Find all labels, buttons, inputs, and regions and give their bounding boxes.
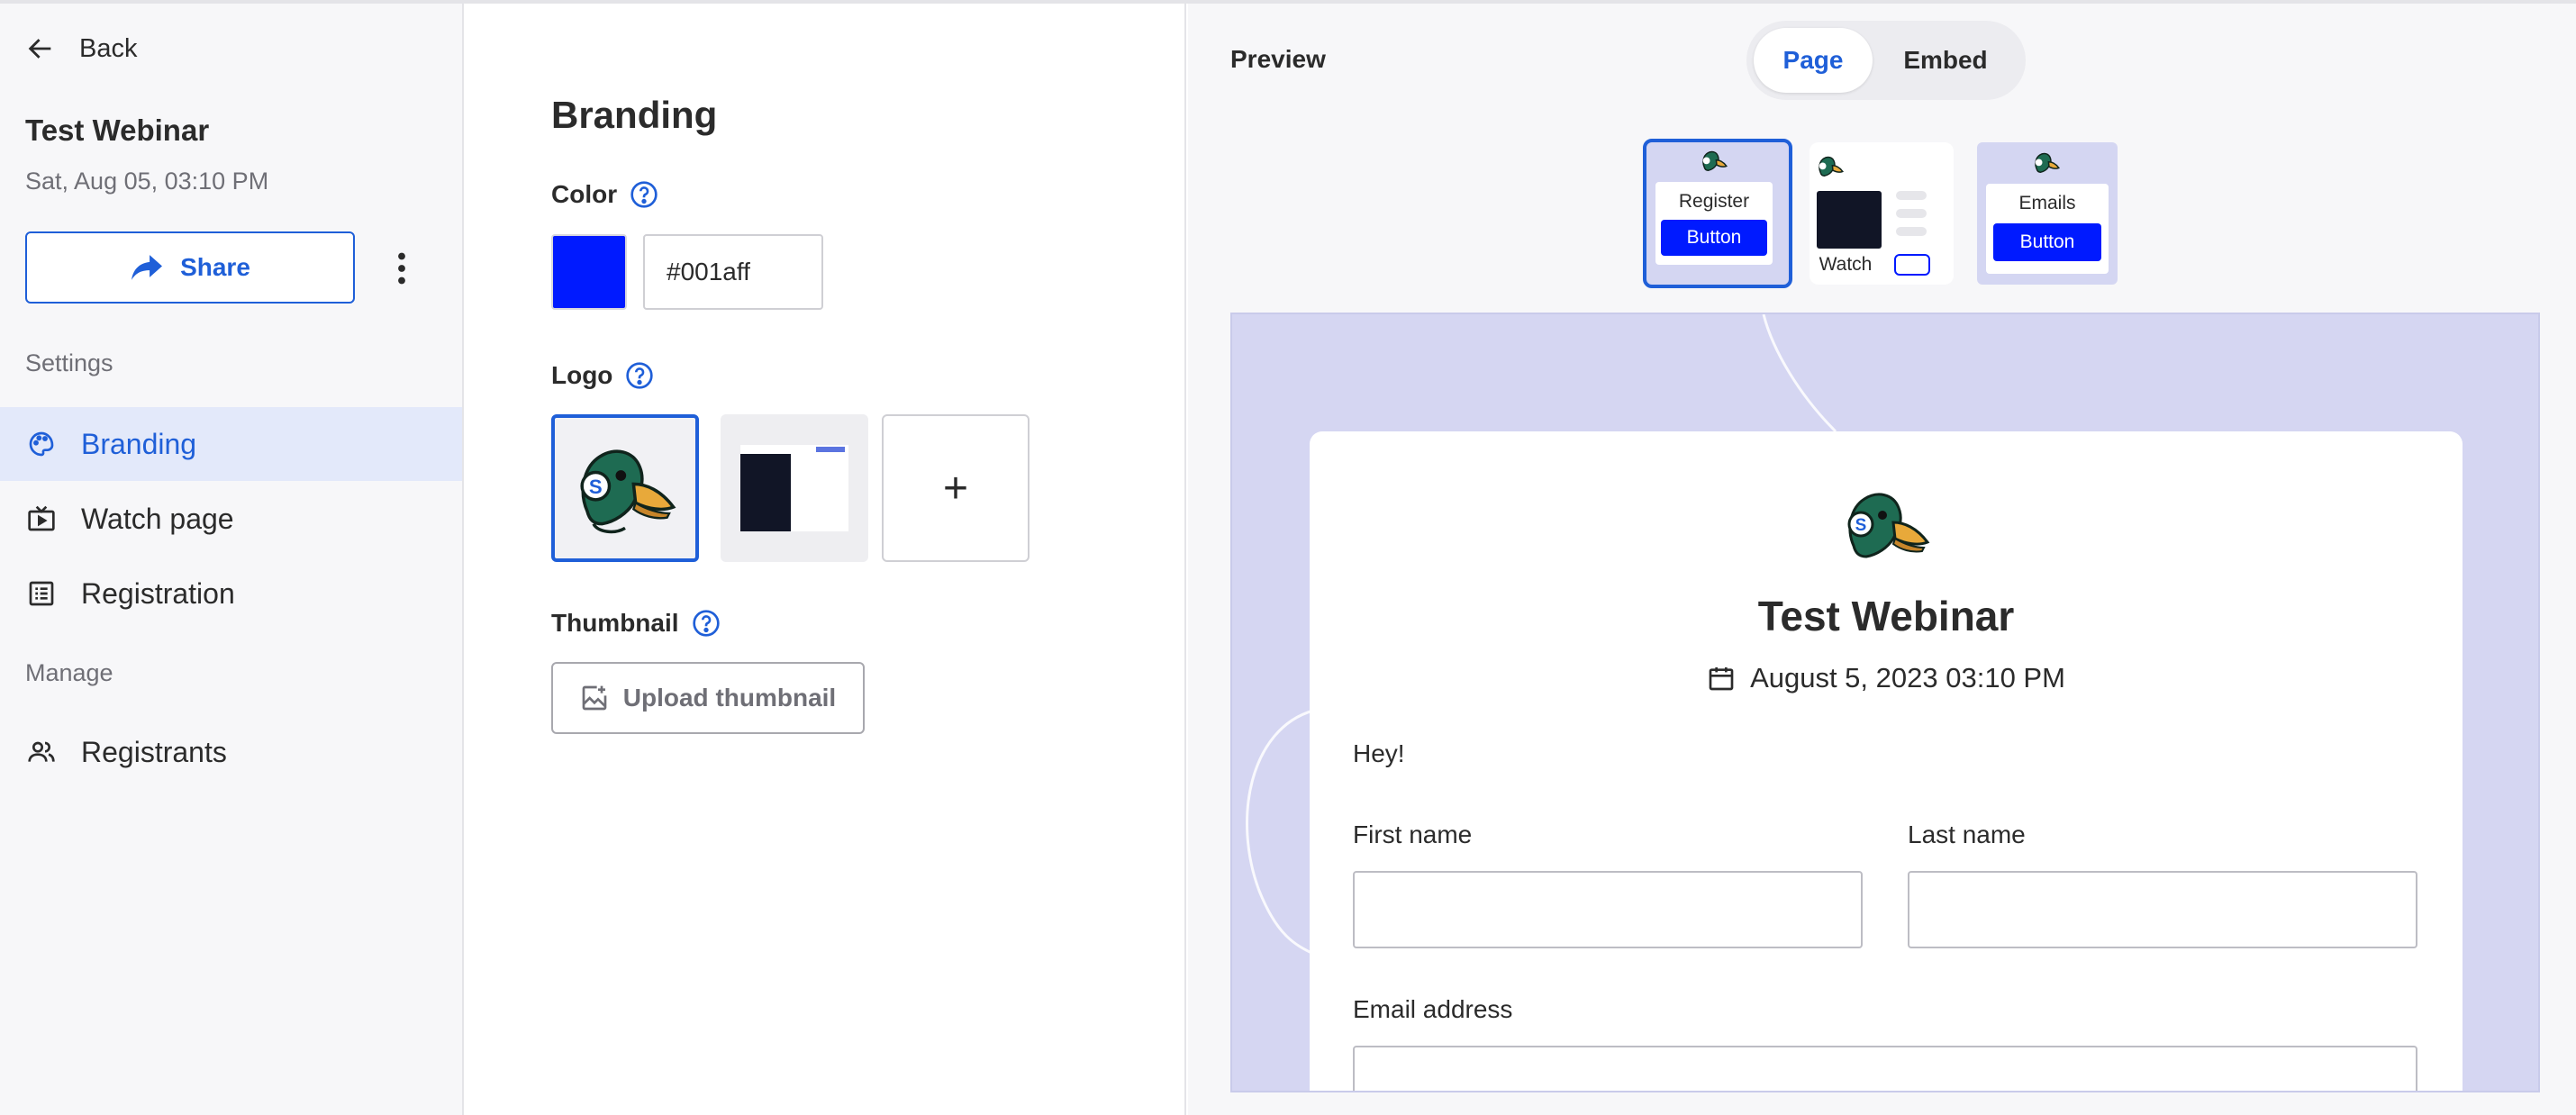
- arrow-left-icon: [28, 39, 51, 59]
- svg-text:S: S: [589, 476, 603, 498]
- preview-pane: Preview Page Embed Register Button Watch…: [1188, 4, 2576, 1115]
- logo-label: Logo: [551, 361, 613, 389]
- last-name-label: Last name: [1908, 820, 2026, 848]
- thumb-register-button: Button: [1661, 220, 1767, 256]
- form-list-icon: [29, 581, 54, 606]
- preview-label: Preview: [1230, 45, 1326, 73]
- help-icon[interactable]: [630, 180, 658, 209]
- preview-thumb-emails[interactable]: Emails Button: [1977, 142, 2118, 285]
- duck-logo-icon: [1819, 156, 1844, 177]
- upload-thumbnail-button[interactable]: Upload thumbnail: [551, 662, 865, 734]
- add-logo-button[interactable]: +: [882, 414, 1029, 562]
- image-add-icon: [582, 685, 607, 711]
- registration-card: S Test Webinar August 5, 2023 03:10 PM H…: [1310, 431, 2463, 1091]
- sidebar-item-registration[interactable]: Registration: [0, 557, 462, 630]
- color-label-row: Color: [551, 180, 658, 209]
- more-options-button[interactable]: [382, 249, 422, 288]
- preview-date-text: August 5, 2023 03:10 PM: [1750, 662, 2065, 693]
- thumb-emails-label: Emails: [2018, 193, 2076, 213]
- share-button[interactable]: Share: [25, 231, 355, 304]
- page-preview-canvas: S Test Webinar August 5, 2023 03:10 PM H…: [1230, 313, 2540, 1092]
- preview-thumb-watch[interactable]: Watch: [1810, 142, 1954, 285]
- logo-label-row: Logo: [551, 361, 654, 390]
- calendar-icon: [1709, 667, 1734, 691]
- sidebar: Back Test Webinar Sat, Aug 05, 03:10 PM …: [0, 4, 464, 1115]
- sidebar-item-label: Watch page: [81, 502, 234, 535]
- sidebar-item-label: Registration: [81, 576, 235, 610]
- mini-line: [1896, 227, 1927, 236]
- svg-text:S: S: [1855, 516, 1867, 535]
- thumb-emails-button: Button: [1993, 223, 2101, 261]
- help-icon[interactable]: [692, 609, 721, 638]
- last-name-input[interactable]: [1908, 871, 2417, 948]
- help-icon[interactable]: [625, 361, 654, 390]
- sidebar-item-label: Registrants: [81, 735, 227, 768]
- mini-card: Emails Button: [1986, 184, 2109, 274]
- branding-panel: Branding Color Logo S + Thumbnail: [466, 4, 1186, 1115]
- back-label: Back: [79, 33, 138, 63]
- color-swatch[interactable]: [551, 234, 627, 310]
- share-arrow-icon: [132, 255, 163, 280]
- thumbnail-label: Thumbnail: [551, 609, 679, 637]
- settings-heading: Settings: [25, 349, 113, 376]
- mini-card: Register Button: [1655, 182, 1773, 265]
- manage-heading: Manage: [25, 659, 113, 686]
- people-icon: [28, 741, 55, 762]
- sidebar-item-registrants[interactable]: Registrants: [0, 715, 462, 789]
- preview-intro-text: Hey!: [1353, 739, 1405, 767]
- panel-title: Branding: [551, 94, 718, 136]
- preview-mode-toggle: Page Embed: [1746, 21, 2026, 100]
- sidebar-item-branding[interactable]: Branding: [0, 407, 462, 481]
- thumbnail-label-row: Thumbnail: [551, 609, 721, 638]
- upload-thumbnail-label: Upload thumbnail: [622, 684, 837, 712]
- preview-thumb-register[interactable]: Register Button: [1643, 139, 1792, 288]
- tv-play-icon: [28, 505, 55, 531]
- thumb-register-label: Register: [1678, 191, 1750, 212]
- back-button[interactable]: Back: [25, 29, 137, 68]
- preview-webinar-date-row: August 5, 2023 03:10 PM: [1310, 662, 2463, 694]
- email-label: Email address: [1353, 995, 1513, 1023]
- plus-icon: +: [942, 464, 969, 512]
- mini-line: [1896, 191, 1927, 200]
- duck-logo-icon: [1702, 150, 1728, 171]
- mini-outline-button: [1894, 254, 1930, 276]
- tab-page[interactable]: Page: [1754, 28, 1873, 93]
- first-name-input[interactable]: [1353, 871, 1863, 948]
- email-input[interactable]: [1353, 1046, 2417, 1091]
- kebab-menu-icon: [398, 252, 405, 285]
- first-name-label: First name: [1353, 820, 1473, 848]
- duck-logo-icon: S: [1847, 493, 1930, 558]
- palette-icon: [29, 431, 54, 457]
- duck-logo-icon: S: [580, 449, 676, 534]
- share-label: Share: [180, 253, 250, 281]
- sidebar-item-label: Branding: [81, 427, 197, 460]
- color-hex-input[interactable]: [643, 234, 823, 310]
- mini-video-block: [1817, 191, 1882, 249]
- logo-option-duck[interactable]: S: [551, 414, 699, 562]
- webinar-date: Sat, Aug 05, 03:10 PM: [25, 168, 269, 195]
- mini-line: [1896, 209, 1927, 218]
- layout-thumbnail-icon: [740, 445, 848, 531]
- sidebar-item-watch-page[interactable]: Watch page: [0, 482, 462, 556]
- webinar-title: Test Webinar: [25, 113, 210, 147]
- duck-logo-icon: [2035, 152, 2060, 173]
- preview-webinar-title: Test Webinar: [1757, 593, 2015, 639]
- tab-embed[interactable]: Embed: [1873, 28, 2018, 93]
- color-label: Color: [551, 180, 618, 208]
- logo-option-dark-thumbnail[interactable]: [721, 414, 868, 562]
